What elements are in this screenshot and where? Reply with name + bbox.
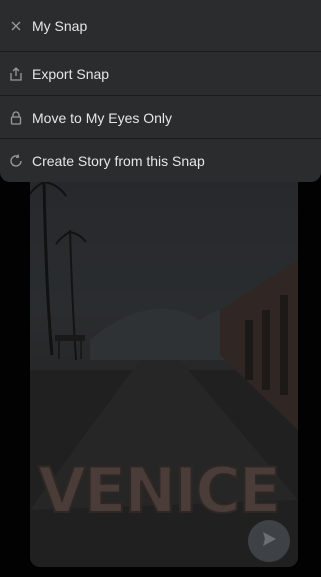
menu-item-move-to-my-eyes-only[interactable]: Move to My Eyes Only [0, 96, 321, 139]
export-icon [9, 66, 23, 81]
send-button[interactable] [248, 520, 290, 562]
dim-overlay [30, 170, 298, 567]
menu-item-label: Move to My Eyes Only [32, 109, 173, 126]
close-icon[interactable] [9, 19, 23, 33]
menu-header: My Snap [0, 4, 321, 47]
menu-item-label: Export Snap [32, 65, 110, 82]
menu-item-export-snap[interactable]: Export Snap [0, 52, 321, 95]
menu-item-create-story[interactable]: Create Story from this Snap [0, 139, 321, 182]
menu-title: My Snap [32, 17, 88, 34]
lock-icon [9, 110, 23, 125]
menu-item-label: Create Story from this Snap [32, 152, 205, 169]
snap-preview: VENICE [30, 170, 298, 567]
snap-action-menu: My Snap Export Snap Move to My Eyes Only [0, 0, 321, 182]
send-arrow-icon [260, 530, 278, 553]
story-icon [9, 153, 23, 168]
